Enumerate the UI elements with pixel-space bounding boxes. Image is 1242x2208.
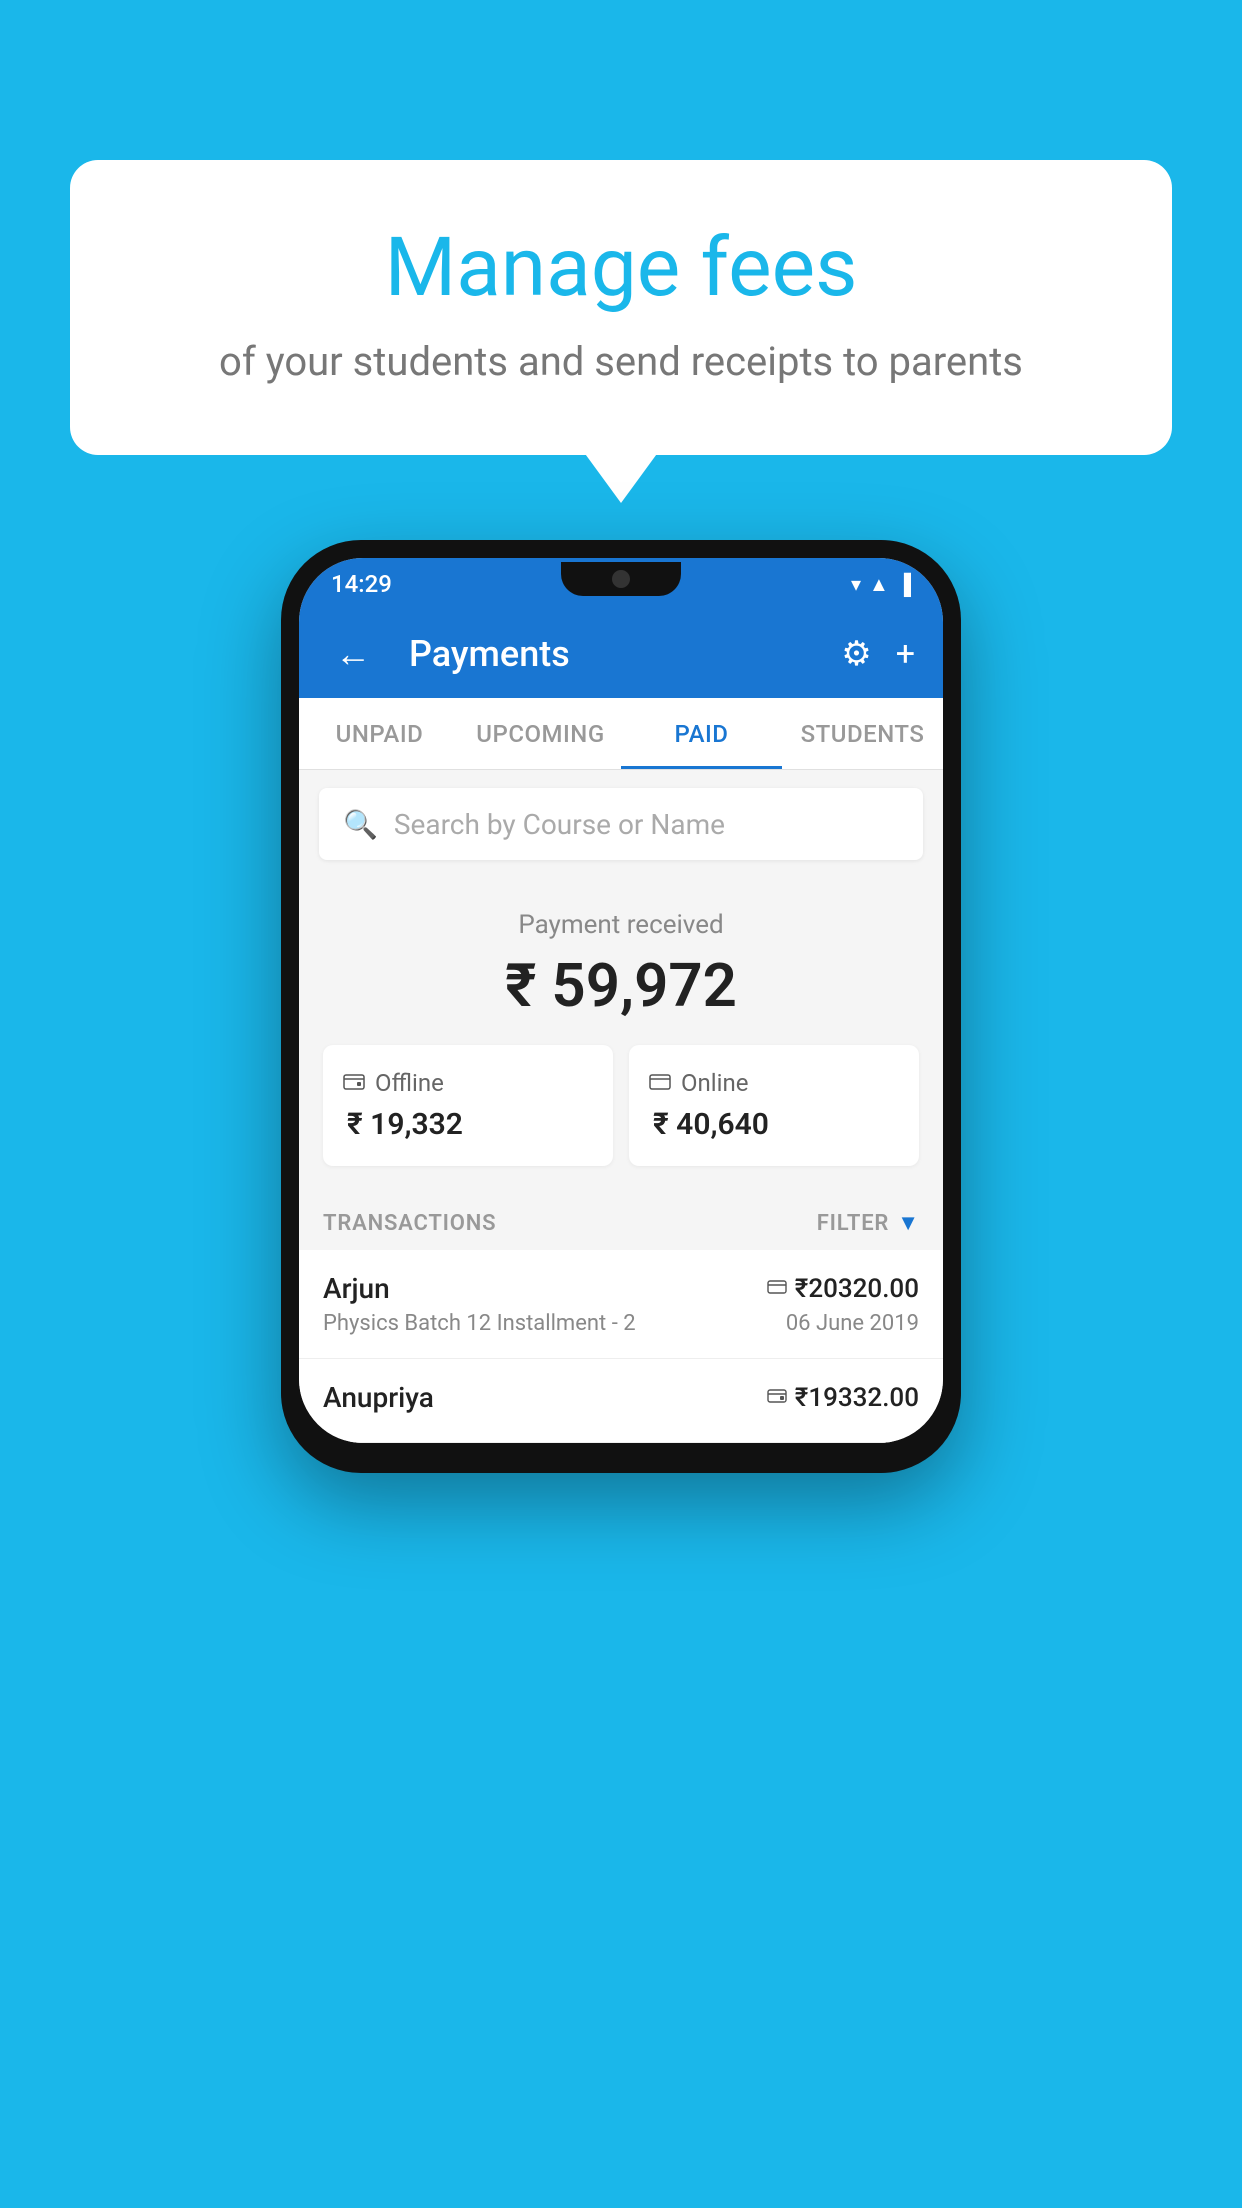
search-bar[interactable]: 🔍 Search by Course or Name [319,788,923,860]
transaction-desc: Physics Batch 12 Installment - 2 [323,1311,636,1336]
transaction-row[interactable]: Anupriya ₹19332.00 [299,1359,943,1443]
speech-bubble-section: Manage fees of your students and send re… [70,160,1172,455]
transactions-header: TRANSACTIONS FILTER ▼ [299,1190,943,1250]
transaction-name: Arjun [323,1272,390,1305]
filter-button[interactable]: FILTER ▼ [817,1210,919,1236]
transaction-name: Anupriya [323,1381,434,1414]
online-type-label: Online [681,1069,748,1097]
filter-label: FILTER [817,1211,889,1236]
add-icon[interactable]: + [896,634,915,674]
online-payment-card: Online ₹ 40,640 [629,1045,919,1166]
phone-screen: 14:29 ▾ ▲ ▐ ← Payments ⚙ + UNPAID [299,558,943,1443]
signal-icon: ▲ [869,572,889,597]
battery-icon: ▐ [897,572,911,597]
tab-upcoming[interactable]: UPCOMING [460,698,621,769]
transaction-amount: ₹19332.00 [795,1383,919,1413]
transaction-row-top: Anupriya ₹19332.00 [323,1381,919,1414]
filter-icon: ▼ [897,1210,919,1236]
page-title: Payments [399,633,821,675]
phone-mockup: 14:29 ▾ ▲ ▐ ← Payments ⚙ + UNPAID [281,540,961,1473]
tab-unpaid[interactable]: UNPAID [299,698,460,769]
status-icons: ▾ ▲ ▐ [851,572,911,597]
status-time: 14:29 [331,570,392,598]
transaction-amount-wrap: ₹20320.00 [767,1274,919,1304]
offline-payment-card: Offline ₹ 19,332 [323,1045,613,1166]
back-button[interactable]: ← [327,625,379,683]
transactions-label: TRANSACTIONS [323,1211,496,1236]
transaction-amount-wrap: ₹19332.00 [767,1383,919,1413]
search-icon: 🔍 [343,808,378,841]
offline-icon [343,1071,365,1096]
offline-type-label: Offline [375,1069,444,1097]
offline-payment-icon [767,1385,787,1410]
payment-cards: Offline ₹ 19,332 [323,1045,919,1166]
bubble-title: Manage fees [150,220,1092,316]
transaction-date: 06 June 2019 [786,1311,919,1336]
wifi-icon: ▾ [851,572,861,596]
transaction-row[interactable]: Arjun ₹20320.00 Physics Batch 12 Install… [299,1250,943,1359]
payment-received-label: Payment received [323,910,919,940]
phone-notch [561,562,681,596]
search-container: 🔍 Search by Course or Name [299,770,943,878]
phone-camera [612,570,630,588]
offline-amount: ₹ 19,332 [343,1107,593,1142]
speech-bubble: Manage fees of your students and send re… [70,160,1172,455]
transaction-amount: ₹20320.00 [795,1274,919,1304]
online-card-header: Online [649,1069,899,1097]
bubble-subtitle: of your students and send receipts to pa… [150,338,1092,385]
online-amount: ₹ 40,640 [649,1107,899,1142]
online-payment-icon [767,1276,787,1301]
payment-total-amount: ₹ 59,972 [323,950,919,1021]
payment-summary: Payment received ₹ 59,972 [299,878,943,1190]
app-bar-actions: ⚙ + [841,634,915,674]
tab-paid[interactable]: PAID [621,698,782,769]
offline-card-header: Offline [343,1069,593,1097]
search-placeholder: Search by Course or Name [394,808,725,841]
phone-body: 14:29 ▾ ▲ ▐ ← Payments ⚙ + UNPAID [281,540,961,1473]
transaction-row-bottom: Physics Batch 12 Installment - 2 06 June… [323,1311,919,1336]
tabs: UNPAID UPCOMING PAID STUDENTS [299,698,943,770]
online-icon [649,1071,671,1096]
transaction-row-top: Arjun ₹20320.00 [323,1272,919,1305]
tab-students[interactable]: STUDENTS [782,698,943,769]
settings-icon[interactable]: ⚙ [841,634,871,674]
app-bar: ← Payments ⚙ + [299,610,943,698]
